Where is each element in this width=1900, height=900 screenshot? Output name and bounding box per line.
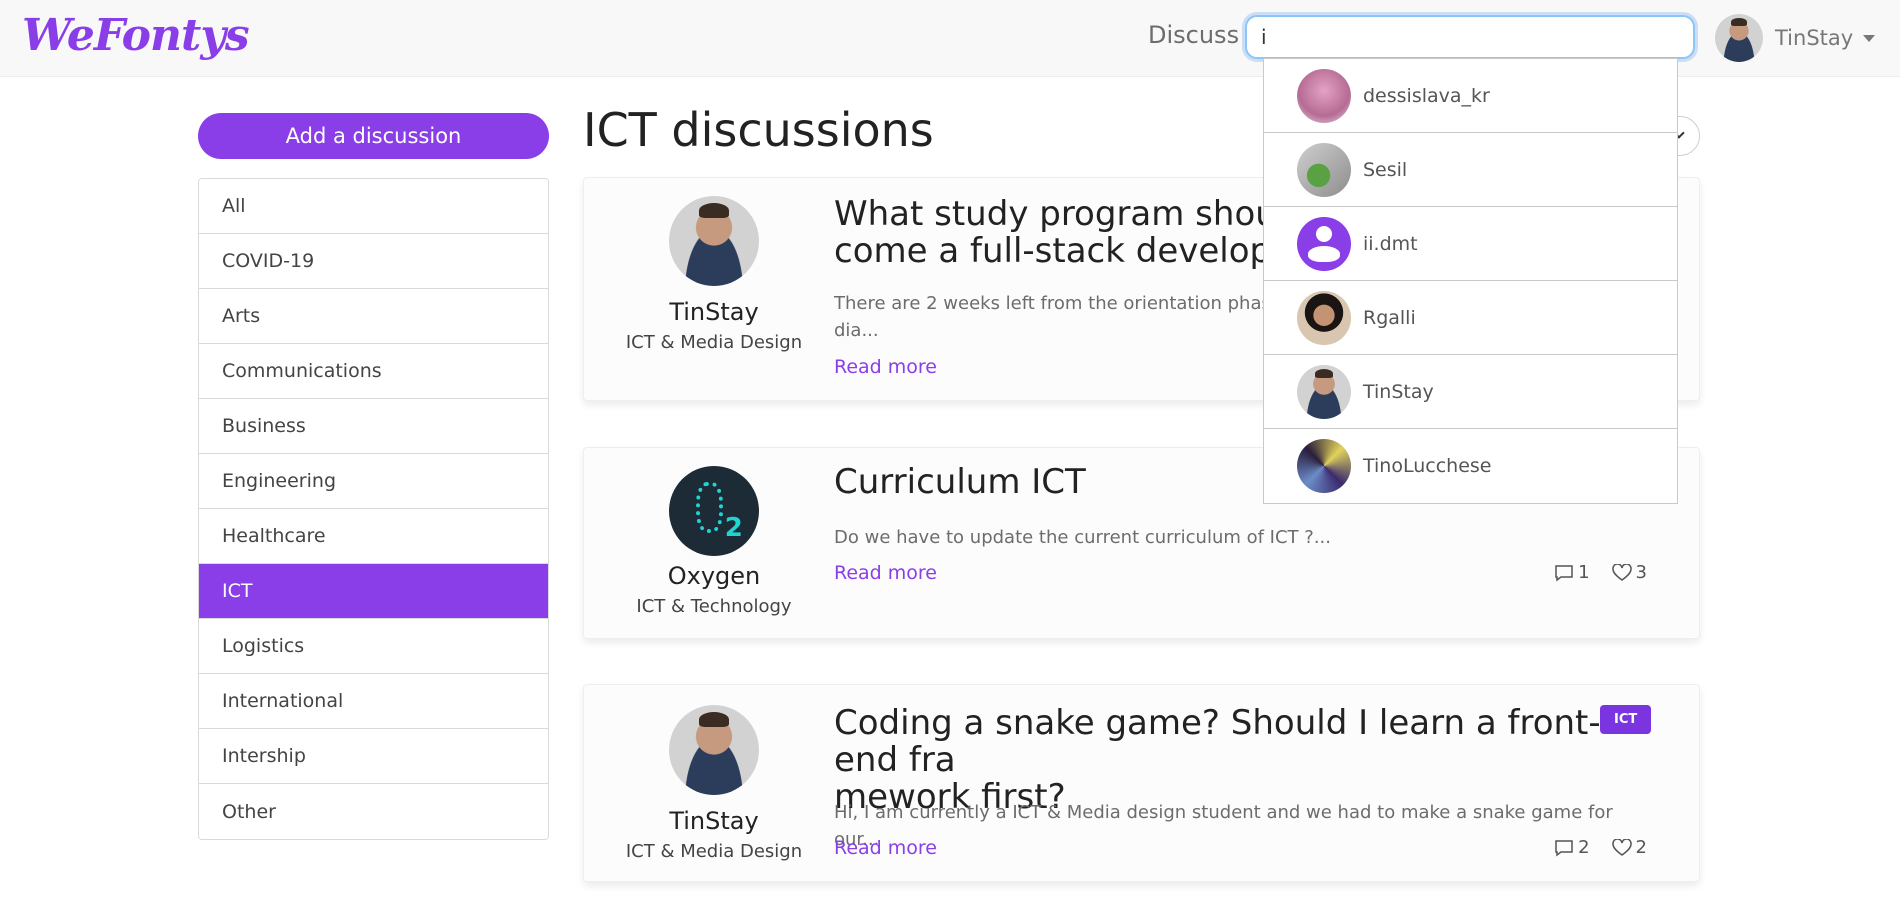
comments-value: 2 [1578, 837, 1590, 858]
result-avatar [1297, 439, 1351, 493]
user-avatar [1715, 14, 1763, 62]
author-block: TinStay ICT & Media Design [584, 196, 844, 353]
result-username: ii.dmt [1363, 232, 1418, 255]
author-name[interactable]: TinStay [584, 807, 844, 835]
result-username: TinStay [1363, 380, 1434, 403]
read-more-link[interactable]: Read more [834, 837, 937, 859]
result-avatar [1297, 290, 1351, 345]
author-avatar[interactable] [669, 705, 759, 795]
category-tag[interactable]: ICT [1600, 705, 1652, 734]
result-avatar [1297, 68, 1351, 123]
author-name[interactable]: TinStay [584, 298, 844, 326]
category-item-international[interactable]: International [199, 674, 548, 729]
discussion-stats: 2 2 [1554, 837, 1647, 858]
comments-value: 1 [1578, 562, 1590, 583]
result-avatar [1297, 364, 1351, 419]
likes-value: 2 [1635, 837, 1647, 858]
likes-value: 3 [1635, 562, 1647, 583]
category-item-intership[interactable]: Intership [199, 729, 548, 784]
author-block: 2 Oxygen ICT & Technology [584, 466, 844, 617]
category-item-ict[interactable]: ICT [199, 564, 548, 619]
category-list: All COVID-19 Arts Communications Busines… [198, 178, 549, 840]
user-name: TinStay [1775, 26, 1854, 50]
likes-count[interactable]: 3 [1611, 562, 1647, 583]
page-title: ICT discussions [583, 103, 934, 157]
author-block: TinStay ICT & Media Design [584, 705, 844, 862]
nav-discuss-link[interactable]: Discuss [1148, 21, 1239, 49]
heart-icon [1611, 563, 1632, 581]
author-name[interactable]: Oxygen [584, 562, 844, 590]
search-result-item[interactable]: TinoLucchese [1264, 429, 1677, 503]
category-item-business[interactable]: Business [199, 399, 548, 454]
author-program: ICT & Media Design [625, 332, 803, 353]
author-program: ICT & Technology [636, 596, 792, 617]
author-program: ICT & Media Design [625, 841, 803, 862]
discussion-stats: 1 3 [1554, 562, 1647, 583]
category-item-healthcare[interactable]: Healthcare [199, 509, 548, 564]
author-avatar[interactable] [669, 196, 759, 286]
comments-count[interactable]: 1 [1554, 562, 1590, 583]
category-item-logistics[interactable]: Logistics [199, 619, 548, 674]
comment-icon [1555, 564, 1573, 581]
caret-down-icon [1863, 34, 1876, 42]
comment-icon [1555, 839, 1573, 856]
category-item-covid-19[interactable]: COVID-19 [199, 234, 548, 289]
comments-count[interactable]: 2 [1554, 837, 1590, 858]
author-avatar[interactable]: 2 [669, 466, 759, 556]
likes-count[interactable]: 2 [1611, 837, 1647, 858]
search-result-item[interactable]: ii.dmt [1264, 207, 1677, 281]
result-username: Sesil [1363, 158, 1408, 181]
discussion-card[interactable]: TinStay ICT & Media Design Coding a snak… [583, 684, 1700, 882]
default-user-icon [1297, 216, 1351, 271]
read-more-link[interactable]: Read more [834, 356, 937, 378]
search-result-item[interactable]: Rgalli [1264, 281, 1677, 355]
search-result-item[interactable]: TinStay [1264, 355, 1677, 429]
discussion-title-line: Coding a snake game? Should I learn a fr… [834, 703, 1601, 780]
category-item-arts[interactable]: Arts [199, 289, 548, 344]
result-username: dessislava_kr [1363, 84, 1490, 107]
search-results-dropdown: dessislava_kr Sesil ii.dmt Rgalli TinSta… [1263, 58, 1678, 504]
category-item-engineering[interactable]: Engineering [199, 454, 548, 509]
discussion-excerpt: Do we have to update the current curricu… [834, 527, 1331, 548]
search-result-item[interactable]: dessislava_kr [1264, 59, 1677, 133]
category-item-other[interactable]: Other [199, 784, 548, 839]
brand-logo[interactable]: WeFontys [22, 10, 250, 61]
user-menu[interactable]: TinStay [1715, 12, 1876, 64]
discussion-excerpt: Hi, I am currently a ICT & Media design … [834, 802, 1613, 850]
search-result-item[interactable]: Sesil [1264, 133, 1677, 207]
read-more-link[interactable]: Read more [834, 562, 937, 584]
result-username: TinoLucchese [1363, 455, 1492, 477]
heart-icon [1611, 838, 1632, 856]
category-item-all[interactable]: All [199, 179, 548, 234]
category-item-communications[interactable]: Communications [199, 344, 548, 399]
search-input[interactable] [1245, 15, 1695, 59]
add-discussion-button[interactable]: Add a discussion [198, 113, 549, 159]
result-avatar [1297, 142, 1351, 197]
result-username: Rgalli [1363, 306, 1416, 329]
